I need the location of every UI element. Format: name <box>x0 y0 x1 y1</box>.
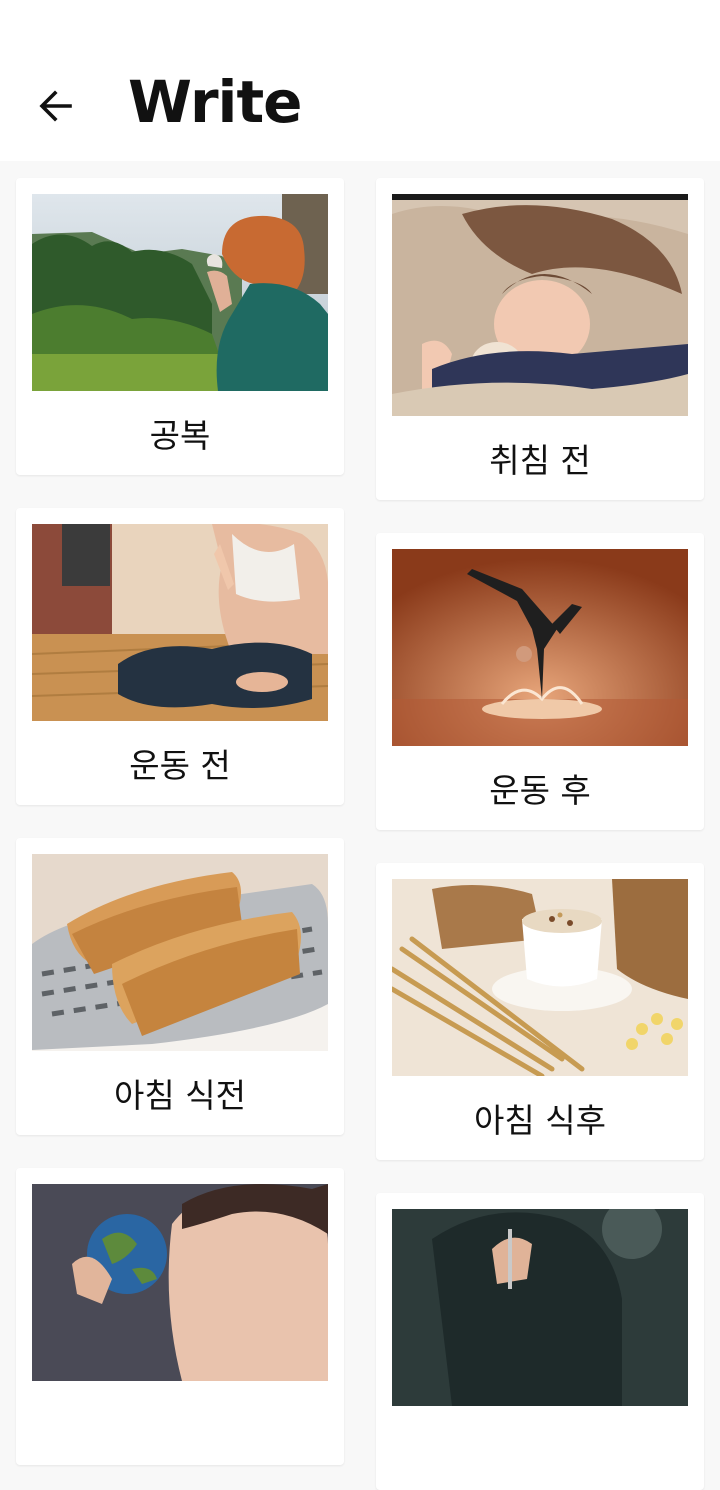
back-button[interactable] <box>24 78 88 134</box>
before-bed-photo <box>392 194 688 416</box>
card-label: 아침 식전 <box>114 1076 246 1115</box>
card-7-photo <box>32 1184 328 1381</box>
card-after-breakfast[interactable]: 아침 식후 <box>376 863 704 1160</box>
card-before-bed[interactable]: 취침 전 <box>376 178 704 500</box>
arrow-left-icon <box>39 90 72 122</box>
after-exercise-photo <box>392 549 688 746</box>
card-label: 아침 식후 <box>474 1101 606 1140</box>
card-label: 운동 후 <box>489 771 591 810</box>
card-before-exercise[interactable]: 운동 전 <box>16 508 344 805</box>
card-item-7[interactable] <box>16 1168 344 1465</box>
card-label: 공복 <box>149 416 211 455</box>
card-label: 취침 전 <box>489 441 591 480</box>
card-after-exercise[interactable]: 운동 후 <box>376 533 704 830</box>
app-bar: Write <box>0 0 720 161</box>
page-title: Write <box>128 68 303 136</box>
card-before-breakfast[interactable]: 아침 식전 <box>16 838 344 1135</box>
before-exercise-photo <box>32 524 328 721</box>
card-8-photo <box>392 1209 688 1406</box>
before-breakfast-photo <box>32 854 328 1051</box>
card-label: 운동 전 <box>129 746 231 785</box>
fasting-photo <box>32 194 328 391</box>
after-breakfast-photo <box>392 879 688 1076</box>
card-fasting[interactable]: 공복 <box>16 178 344 475</box>
card-item-8[interactable] <box>376 1193 704 1490</box>
